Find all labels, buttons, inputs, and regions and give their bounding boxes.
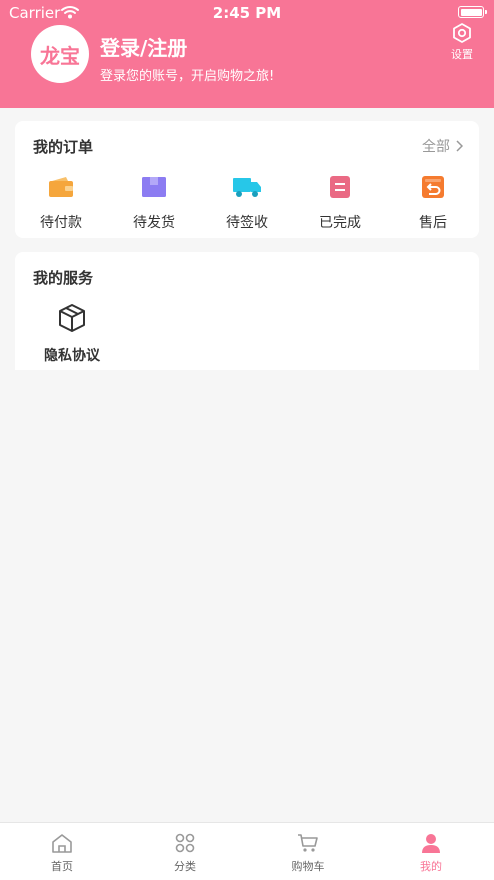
- order-label: 待付款: [40, 215, 82, 231]
- service-privacy-policy[interactable]: 隐私协议: [37, 303, 107, 365]
- order-after-sales[interactable]: 售后: [398, 176, 468, 232]
- services-card: 我的服务 隐私协议: [15, 252, 479, 370]
- order-label: 售后: [419, 215, 447, 231]
- home-icon: [52, 834, 72, 853]
- box-icon: [59, 304, 85, 332]
- service-label: 隐私协议: [44, 348, 100, 364]
- truck-icon: [233, 178, 261, 197]
- login-subtitle: 登录您的账号，开启购物之旅!: [100, 69, 275, 84]
- order-label: 待签收: [226, 215, 268, 231]
- login-register-link[interactable]: 登录/注册: [100, 32, 187, 61]
- services-title: 我的服务: [33, 269, 94, 287]
- chevron-right-icon: [456, 140, 463, 152]
- gear-icon: [453, 23, 471, 43]
- all-orders-label: 全部: [422, 139, 450, 155]
- order-completed[interactable]: 已完成: [305, 176, 375, 232]
- status-time: 2:45 PM: [212, 4, 282, 22]
- avatar[interactable]: 龙宝: [31, 25, 89, 83]
- order-label: 待发货: [133, 215, 175, 231]
- tab-label: 我的: [420, 860, 442, 873]
- return-icon: [422, 176, 444, 198]
- category-icon: [175, 833, 195, 853]
- battery-icon: [458, 6, 487, 18]
- settings-label: 设置: [451, 48, 473, 61]
- tab-label: 分类: [174, 860, 196, 873]
- order-label: 已完成: [319, 215, 361, 231]
- orders-card: 我的订单 全部 待付款 待发货 待签收 已完成 售后: [15, 121, 479, 238]
- order-pending-shipment[interactable]: 待发货: [119, 176, 189, 232]
- order-pending-receipt[interactable]: 待签收: [212, 176, 282, 232]
- tab-label: 首页: [51, 860, 73, 873]
- cart-icon: [298, 834, 318, 852]
- package-icon: [142, 177, 166, 197]
- tab-home[interactable]: 首页: [22, 833, 102, 874]
- wallet-icon: [49, 177, 73, 197]
- order-pending-payment[interactable]: 待付款: [26, 176, 96, 232]
- status-bar: Carrier 2:45 PM: [0, 0, 494, 24]
- user-icon: [422, 834, 440, 853]
- tab-mine[interactable]: 我的: [391, 833, 471, 874]
- tab-bar: 首页 分类 购物车 我的: [0, 822, 494, 880]
- tab-label: 购物车: [291, 860, 325, 873]
- tab-category[interactable]: 分类: [145, 833, 225, 874]
- all-orders-link[interactable]: 全部: [422, 136, 463, 156]
- tab-cart[interactable]: 购物车: [268, 833, 348, 874]
- profile-header: Carrier 2:45 PM 龙宝 登录/注册 登录您的账号，开启购物之旅! …: [0, 0, 494, 108]
- settings-button[interactable]: 设置: [448, 22, 476, 62]
- done-icon: [330, 176, 350, 198]
- orders-title: 我的订单: [33, 138, 94, 156]
